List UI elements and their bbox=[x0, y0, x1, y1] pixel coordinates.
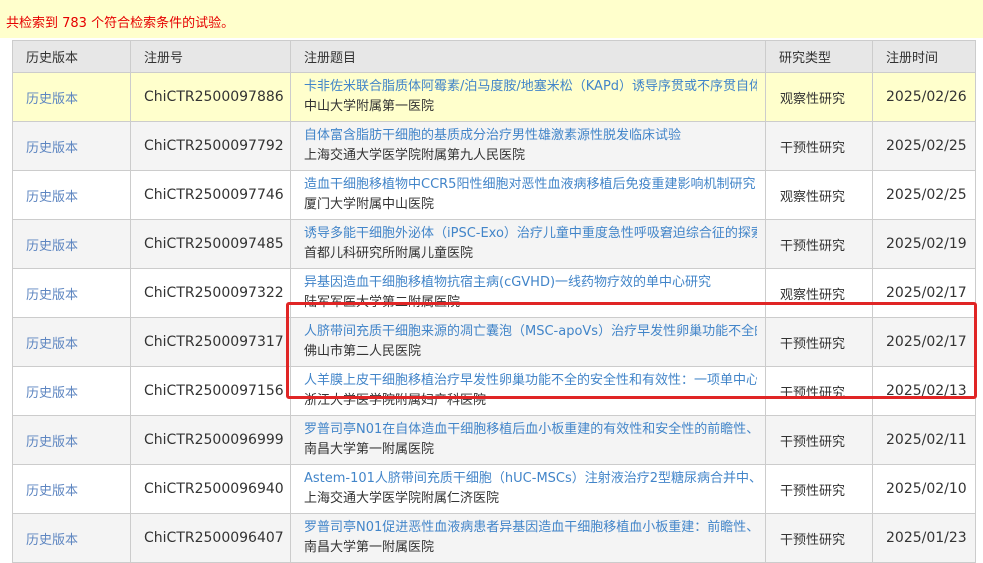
registration-date: 2025/01/23 bbox=[872, 513, 976, 563]
study-type: 干预性研究 bbox=[765, 317, 873, 367]
study-type: 干预性研究 bbox=[765, 415, 873, 465]
history-version-cell: 历史版本 bbox=[12, 513, 131, 563]
history-version-cell: 历史版本 bbox=[12, 317, 131, 367]
history-version-cell: 历史版本 bbox=[12, 121, 131, 171]
registration-number: ChiCTR2500096940 bbox=[130, 464, 291, 514]
trial-title-link[interactable]: 罗普司亭N01在自体造血干细胞移植后血小板重建的有效性和安全性的前瞻性、单... bbox=[304, 420, 757, 440]
study-type: 观察性研究 bbox=[765, 72, 873, 122]
registration-title-cell: 人脐带间充质干细胞来源的凋亡囊泡（MSC-apoVs）治疗早发性卵巢功能不全的.… bbox=[290, 317, 766, 367]
registration-date: 2025/02/17 bbox=[872, 317, 976, 367]
trials-table: 历史版本 注册号 注册题目 研究类型 注册时间 历史版本 ChiCTR25000… bbox=[12, 40, 976, 563]
registration-number: ChiCTR2500097485 bbox=[130, 219, 291, 269]
registration-title-cell: 卡非佐米联合脂质体阿霉素/泊马度胺/地塞米松（KAPd）诱导序贯或不序贯自体..… bbox=[290, 72, 766, 122]
registration-number: ChiCTR2500097886 bbox=[130, 72, 291, 122]
hospital-name: 浙江大学医学院附属妇产科医院 bbox=[304, 393, 487, 408]
table-row: 历史版本 ChiCTR2500096407 罗普司亭N01促进恶性血液病患者异基… bbox=[12, 513, 976, 563]
registration-date: 2025/02/13 bbox=[872, 366, 976, 416]
study-type: 观察性研究 bbox=[765, 268, 873, 318]
registration-date: 2025/02/25 bbox=[872, 170, 976, 220]
history-version-cell: 历史版本 bbox=[12, 268, 131, 318]
registration-number: ChiCTR2500097792 bbox=[130, 121, 291, 171]
history-version-cell: 历史版本 bbox=[12, 464, 131, 514]
registration-number: ChiCTR2500096407 bbox=[130, 513, 291, 563]
header-study-type: 研究类型 bbox=[765, 40, 873, 73]
hospital-name: 中山大学附属第一医院 bbox=[304, 99, 435, 114]
history-version-cell: 历史版本 bbox=[12, 170, 131, 220]
hospital-name: 厦门大学附属中山医院 bbox=[304, 197, 435, 212]
registration-title-cell: 人羊膜上皮干细胞移植治疗早发性卵巢功能不全的安全性和有效性：一项单中心、... … bbox=[290, 366, 766, 416]
registration-number: ChiCTR2500097746 bbox=[130, 170, 291, 220]
history-version-cell: 历史版本 bbox=[12, 72, 131, 122]
history-version-link[interactable]: 历史版本 bbox=[26, 435, 78, 450]
registration-date: 2025/02/25 bbox=[872, 121, 976, 171]
table-row: 历史版本 ChiCTR2500096940 Astem-101人脐带间充质干细胞… bbox=[12, 464, 976, 514]
trial-title-link[interactable]: 人脐带间充质干细胞来源的凋亡囊泡（MSC-apoVs）治疗早发性卵巢功能不全的.… bbox=[304, 322, 757, 342]
table-row: 历史版本 ChiCTR2500097317 人脐带间充质干细胞来源的凋亡囊泡（M… bbox=[12, 317, 976, 367]
table-row: 历史版本 ChiCTR2500097485 诱导多能干细胞外泌体（iPSC-Ex… bbox=[12, 219, 976, 269]
history-version-link[interactable]: 历史版本 bbox=[26, 288, 78, 303]
history-version-link[interactable]: 历史版本 bbox=[26, 533, 78, 548]
history-version-link[interactable]: 历史版本 bbox=[26, 92, 78, 107]
study-type: 干预性研究 bbox=[765, 121, 873, 171]
trial-title-link[interactable]: 人羊膜上皮干细胞移植治疗早发性卵巢功能不全的安全性和有效性：一项单中心、... bbox=[304, 371, 757, 391]
registration-title-cell: 罗普司亭N01在自体造血干细胞移植后血小板重建的有效性和安全性的前瞻性、单...… bbox=[290, 415, 766, 465]
table-header-row: 历史版本 注册号 注册题目 研究类型 注册时间 bbox=[12, 40, 976, 73]
history-version-link[interactable]: 历史版本 bbox=[26, 141, 78, 156]
trial-title-link[interactable]: 自体富含脂肪干细胞的基质成分治疗男性雄激素源性脱发临床试验 bbox=[304, 126, 757, 146]
hospital-name: 上海交通大学医学院附属第九人民医院 bbox=[304, 148, 526, 163]
trial-title-link[interactable]: 卡非佐米联合脂质体阿霉素/泊马度胺/地塞米松（KAPd）诱导序贯或不序贯自体..… bbox=[304, 77, 757, 97]
trial-title-link[interactable]: 异基因造血干细胞移植物抗宿主病(cGVHD)一线药物疗效的单中心研究 bbox=[304, 273, 757, 293]
study-type: 干预性研究 bbox=[765, 513, 873, 563]
header-registration-number: 注册号 bbox=[130, 40, 291, 73]
trial-title-link[interactable]: 诱导多能干细胞外泌体（iPSC-Exo）治疗儿童中重度急性呼吸窘迫综合征的探索.… bbox=[304, 224, 757, 244]
table-row: 历史版本 ChiCTR2500097886 卡非佐米联合脂质体阿霉素/泊马度胺/… bbox=[12, 72, 976, 122]
study-type: 干预性研究 bbox=[765, 219, 873, 269]
table-row: 历史版本 ChiCTR2500097156 人羊膜上皮干细胞移植治疗早发性卵巢功… bbox=[12, 366, 976, 416]
hospital-name: 南昌大学第一附属医院 bbox=[304, 540, 435, 555]
result-count-banner: 共检索到 783 个符合检索条件的试验。 bbox=[0, 0, 983, 38]
registration-title-cell: Astem-101人脐带间充质干细胞（hUC-MSCs）注射液治疗2型糖尿病合并… bbox=[290, 464, 766, 514]
trial-title-link[interactable]: 罗普司亭N01促进恶性血液病患者异基因造血干细胞移植血小板重建：前瞻性、多... bbox=[304, 518, 757, 538]
study-type: 干预性研究 bbox=[765, 464, 873, 514]
history-version-link[interactable]: 历史版本 bbox=[26, 337, 78, 352]
registration-number: ChiCTR2500096999 bbox=[130, 415, 291, 465]
header-history-version: 历史版本 bbox=[12, 40, 131, 73]
hospital-name: 上海交通大学医学院附属仁济医院 bbox=[304, 491, 500, 506]
registration-date: 2025/02/11 bbox=[872, 415, 976, 465]
history-version-link[interactable]: 历史版本 bbox=[26, 190, 78, 205]
trial-title-link[interactable]: 造血干细胞移植物中CCR5阳性细胞对恶性血液病移植后免疫重建影响机制研究 bbox=[304, 175, 757, 195]
history-version-cell: 历史版本 bbox=[12, 415, 131, 465]
table-row: 历史版本 ChiCTR2500097322 异基因造血干细胞移植物抗宿主病(cG… bbox=[12, 268, 976, 318]
registration-date: 2025/02/10 bbox=[872, 464, 976, 514]
registration-title-cell: 罗普司亭N01促进恶性血液病患者异基因造血干细胞移植血小板重建：前瞻性、多...… bbox=[290, 513, 766, 563]
history-version-link[interactable]: 历史版本 bbox=[26, 386, 78, 401]
study-type: 观察性研究 bbox=[765, 170, 873, 220]
registration-title-cell: 造血干细胞移植物中CCR5阳性细胞对恶性血液病移植后免疫重建影响机制研究 厦门大… bbox=[290, 170, 766, 220]
registration-number: ChiCTR2500097322 bbox=[130, 268, 291, 318]
registration-title-cell: 自体富含脂肪干细胞的基质成分治疗男性雄激素源性脱发临床试验 上海交通大学医学院附… bbox=[290, 121, 766, 171]
registration-title-cell: 异基因造血干细胞移植物抗宿主病(cGVHD)一线药物疗效的单中心研究 陆军军医大… bbox=[290, 268, 766, 318]
registration-number: ChiCTR2500097317 bbox=[130, 317, 291, 367]
table-row: 历史版本 ChiCTR2500096999 罗普司亭N01在自体造血干细胞移植后… bbox=[12, 415, 976, 465]
registration-date: 2025/02/19 bbox=[872, 219, 976, 269]
registration-date: 2025/02/26 bbox=[872, 72, 976, 122]
history-version-cell: 历史版本 bbox=[12, 219, 131, 269]
table-row: 历史版本 ChiCTR2500097792 自体富含脂肪干细胞的基质成分治疗男性… bbox=[12, 121, 976, 171]
table-row: 历史版本 ChiCTR2500097746 造血干细胞移植物中CCR5阳性细胞对… bbox=[12, 170, 976, 220]
result-count-text: 共检索到 783 个符合检索条件的试验。 bbox=[6, 16, 235, 31]
hospital-name: 南昌大学第一附属医院 bbox=[304, 442, 435, 457]
header-registration-date: 注册时间 bbox=[872, 40, 976, 73]
header-registration-title: 注册题目 bbox=[290, 40, 766, 73]
hospital-name: 首都儿科研究所附属儿童医院 bbox=[304, 246, 474, 261]
trial-title-link[interactable]: Astem-101人脐带间充质干细胞（hUC-MSCs）注射液治疗2型糖尿病合并… bbox=[304, 469, 757, 489]
registration-title-cell: 诱导多能干细胞外泌体（iPSC-Exo）治疗儿童中重度急性呼吸窘迫综合征的探索.… bbox=[290, 219, 766, 269]
hospital-name: 佛山市第二人民医院 bbox=[304, 344, 422, 359]
study-type: 干预性研究 bbox=[765, 366, 873, 416]
registration-date: 2025/02/17 bbox=[872, 268, 976, 318]
history-version-link[interactable]: 历史版本 bbox=[26, 484, 78, 499]
history-version-link[interactable]: 历史版本 bbox=[26, 239, 78, 254]
registration-number: ChiCTR2500097156 bbox=[130, 366, 291, 416]
history-version-cell: 历史版本 bbox=[12, 366, 131, 416]
hospital-name: 陆军军医大学第二附属医院 bbox=[304, 295, 461, 310]
